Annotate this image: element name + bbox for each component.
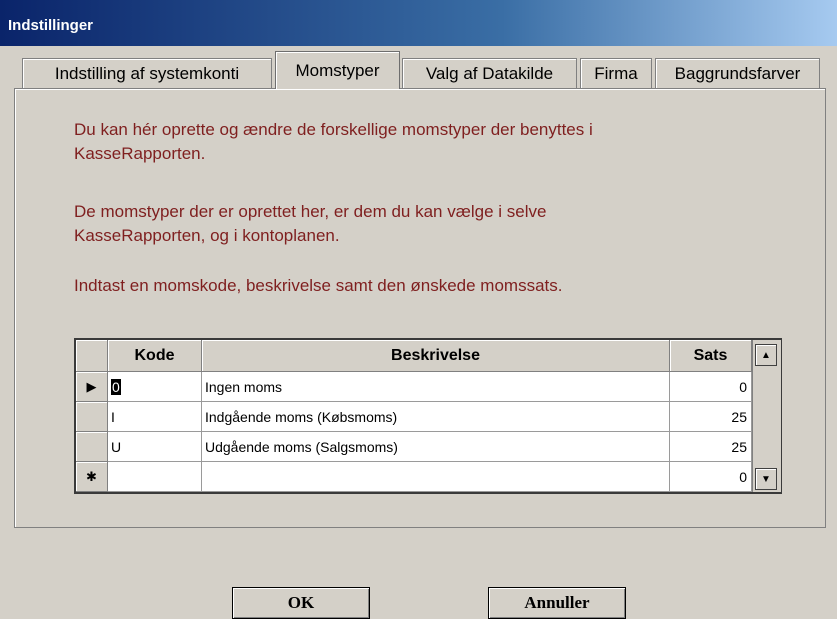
- column-header-beskrivelse[interactable]: Beskrivelse: [202, 340, 670, 372]
- tab-firma[interactable]: Firma: [580, 58, 652, 88]
- instruction-line: KasseRapporten, og i kontoplanen.: [74, 226, 340, 245]
- tab-label: Indstilling af systemkonti: [54, 63, 240, 83]
- current-record-icon: ▶: [86, 378, 97, 394]
- instruction-line: Indtast en momskode, beskrivelse samt de…: [74, 276, 563, 295]
- tab-valg-af-datakilde[interactable]: Valg af Datakilde: [402, 58, 577, 88]
- window-title: Indstillinger: [8, 17, 94, 34]
- instruction-paragraph-2: De momstyper der er oprettet her, er dem…: [74, 200, 546, 248]
- instruction-line: KasseRapporten.: [74, 144, 206, 163]
- instruction-paragraph-3: Indtast en momskode, beskrivelse samt de…: [74, 274, 562, 298]
- new-record-icon: ✱: [86, 468, 97, 484]
- ok-button[interactable]: OK: [232, 587, 370, 619]
- tab-indstilling-af-systemkonti[interactable]: Indstilling af systemkonti: [22, 58, 272, 88]
- column-header-kode[interactable]: Kode: [108, 340, 202, 372]
- header-corner: [76, 340, 108, 372]
- row-selector[interactable]: [76, 432, 108, 462]
- cell-kode-value: 0: [111, 378, 121, 395]
- cell-kode[interactable]: [108, 462, 202, 492]
- tab-label: Baggrundsfarver: [674, 63, 801, 83]
- cell-beskrivelse[interactable]: Ingen moms: [202, 372, 670, 402]
- tab-momstyper[interactable]: Momstyper: [275, 51, 400, 89]
- tab-baggrundsfarver[interactable]: Baggrundsfarver: [655, 58, 820, 88]
- cell-kode[interactable]: I: [108, 402, 202, 432]
- vertical-scrollbar[interactable]: ▲ ▼: [752, 340, 781, 492]
- row-selector[interactable]: [76, 402, 108, 432]
- cell-kode[interactable]: U: [108, 432, 202, 462]
- instruction-line: De momstyper der er oprettet her, er dem…: [74, 202, 547, 221]
- instruction-paragraph-1: Du kan hér oprette og ændre de forskelli…: [74, 118, 593, 166]
- cell-sats[interactable]: 0: [670, 372, 752, 402]
- title-bar: Indstillinger: [0, 0, 837, 46]
- instruction-line: Du kan hér oprette og ændre de forskelli…: [74, 120, 593, 139]
- chevron-down-icon: ▼: [761, 473, 771, 485]
- momstyper-datasheet[interactable]: Kode Beskrivelse Sats ▶ 0 Ingen moms 0 I…: [74, 338, 782, 494]
- tab-label: Firma: [594, 63, 638, 83]
- row-selector-current[interactable]: ▶: [76, 372, 108, 402]
- scroll-down-button[interactable]: ▼: [755, 468, 777, 490]
- row-selector-new[interactable]: ✱: [76, 462, 108, 492]
- cell-sats[interactable]: 0: [670, 462, 752, 492]
- scroll-up-button[interactable]: ▲: [755, 344, 777, 366]
- cell-beskrivelse[interactable]: [202, 462, 670, 492]
- tab-label: Valg af Datakilde: [425, 63, 554, 83]
- chevron-up-icon: ▲: [761, 349, 771, 361]
- cell-sats[interactable]: 25: [670, 432, 752, 462]
- column-header-sats[interactable]: Sats: [670, 340, 752, 372]
- cell-beskrivelse[interactable]: Indgående moms (Købsmoms): [202, 402, 670, 432]
- cell-kode[interactable]: 0: [108, 372, 202, 402]
- tab-label: Momstyper: [295, 60, 380, 80]
- cell-sats[interactable]: 25: [670, 402, 752, 432]
- cell-beskrivelse[interactable]: Udgående moms (Salgsmoms): [202, 432, 670, 462]
- cancel-button[interactable]: Annuller: [488, 587, 626, 619]
